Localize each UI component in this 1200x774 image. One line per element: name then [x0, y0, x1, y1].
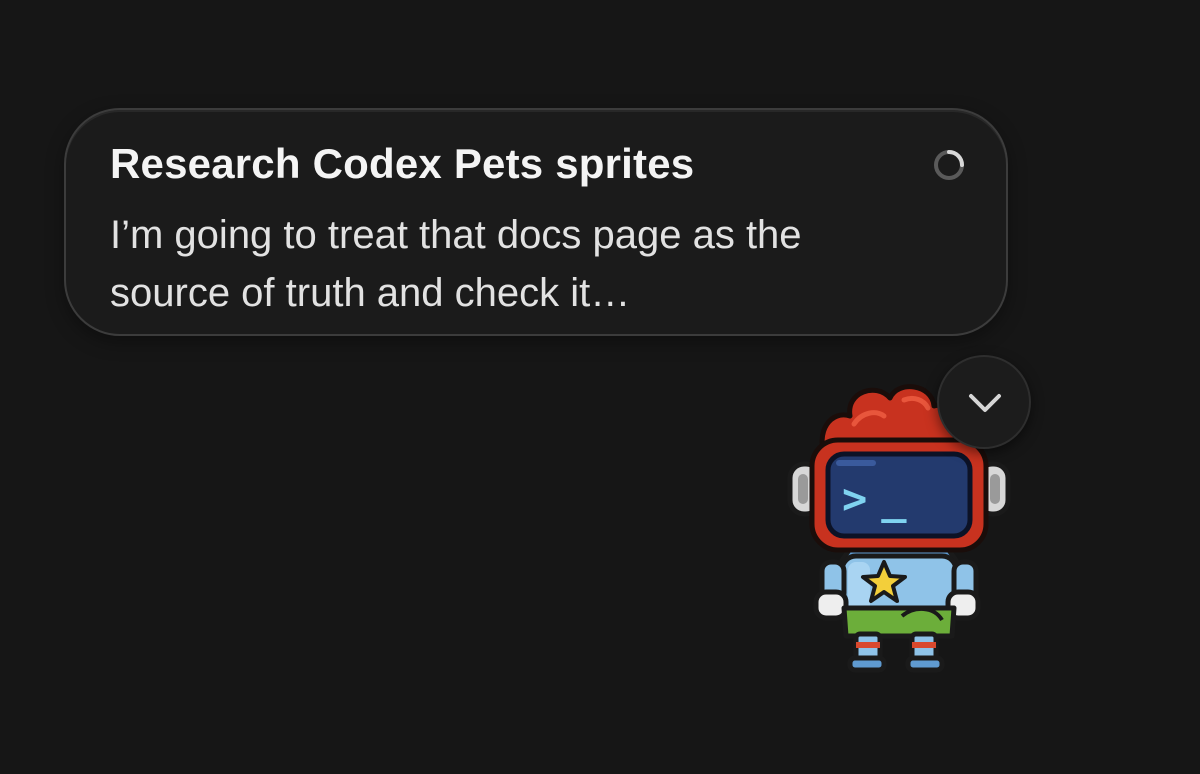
task-title: Research Codex Pets sprites: [110, 140, 695, 187]
pet-screen-prompt: >_: [842, 474, 921, 523]
spinner-icon: [934, 150, 964, 180]
task-summary: I’m going to treat that docs page as the…: [110, 213, 802, 315]
task-card[interactable]: Research Codex Pets sprites I’m going to…: [64, 108, 1008, 336]
pet-overlay: Research Codex Pets sprites I’m going to…: [0, 0, 1200, 774]
chevron-down-icon: [969, 394, 1001, 412]
collapse-button[interactable]: [937, 355, 1031, 449]
